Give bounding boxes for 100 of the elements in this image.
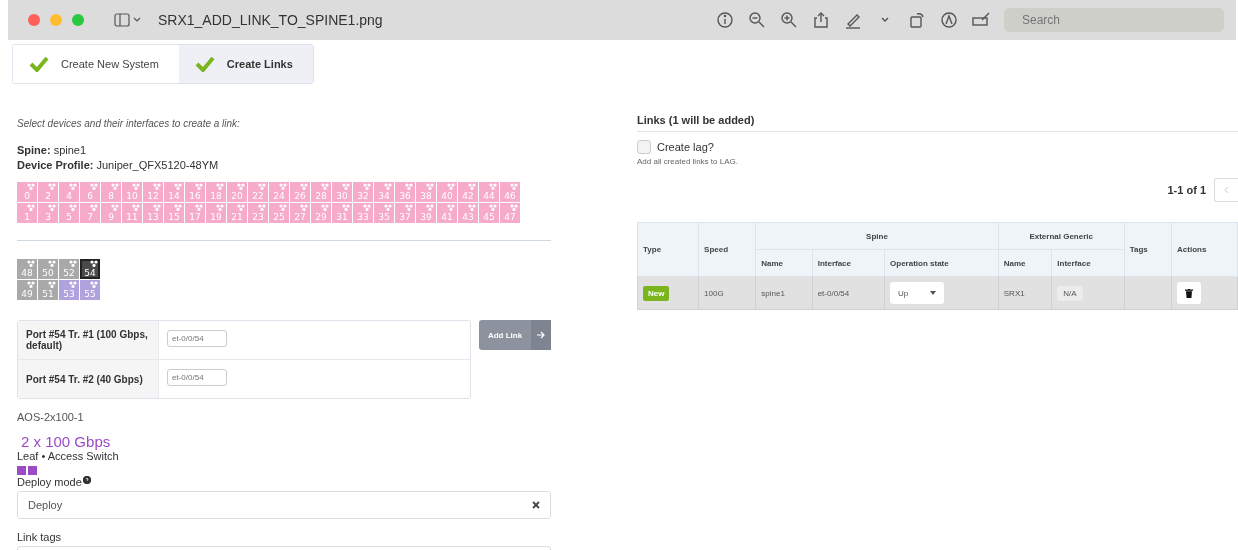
column-header: Interface — [1051, 249, 1125, 277]
port-tile[interactable]: 13 — [143, 203, 163, 223]
port-tile[interactable]: 20 — [227, 182, 247, 202]
transform-label: Port #54 Tr. #1 (100 Gbps, default) — [18, 321, 159, 359]
port-tile[interactable]: 17 — [185, 203, 205, 223]
network-icon — [489, 183, 497, 190]
add-link-button[interactable]: Add Link — [479, 320, 551, 350]
port-tile[interactable]: 27 — [290, 203, 310, 223]
port-tile[interactable]: 24 — [269, 182, 289, 202]
port-tile[interactable]: 37 — [395, 203, 415, 223]
info-icon[interactable] — [716, 11, 734, 29]
network-icon — [90, 183, 98, 190]
port-tile[interactable]: 50 — [38, 259, 58, 279]
close-dot[interactable] — [28, 14, 40, 26]
column-header: Speed — [698, 222, 756, 277]
port-tile[interactable]: 39 — [416, 203, 436, 223]
port-tile[interactable]: 38 — [416, 182, 436, 202]
signature-icon[interactable] — [972, 11, 990, 29]
port-tile[interactable]: 0 — [17, 182, 37, 202]
port-tile[interactable]: 51 — [38, 280, 58, 300]
operation-state-select[interactable]: Up — [890, 282, 945, 304]
network-icon — [426, 204, 434, 211]
port-tile[interactable]: 46 — [500, 182, 520, 202]
interface-field[interactable]: et-0/0/54 — [167, 330, 227, 347]
network-icon — [384, 204, 392, 211]
deploy-mode-select[interactable]: Deploy — [17, 491, 551, 519]
port-tile[interactable]: 47 — [500, 203, 520, 223]
port-tile[interactable]: 33 — [353, 203, 373, 223]
port-tile[interactable]: 15 — [164, 203, 184, 223]
port-tile[interactable]: 1 — [17, 203, 37, 223]
port-tile[interactable]: 28 — [311, 182, 331, 202]
interface-field[interactable]: et-0/0/54 — [167, 369, 227, 386]
search-field[interactable]: Search — [1004, 8, 1224, 32]
rotate-icon[interactable] — [908, 11, 926, 29]
port-tile[interactable]: 8 — [101, 182, 121, 202]
port-tile[interactable]: 55 — [80, 280, 100, 300]
port-tile[interactable]: 35 — [374, 203, 394, 223]
network-icon — [258, 204, 266, 211]
port-tile[interactable]: 19 — [206, 203, 226, 223]
zoom-dot[interactable] — [72, 14, 84, 26]
column-header: Interface — [812, 249, 885, 277]
port-tile[interactable]: 22 — [248, 182, 268, 202]
port-tile[interactable]: 23 — [248, 203, 268, 223]
port-tile[interactable]: 31 — [332, 203, 352, 223]
port-tile[interactable]: 54 — [80, 259, 100, 279]
port-tile[interactable]: 40 — [437, 182, 457, 202]
port-tile[interactable]: 4 — [59, 182, 79, 202]
port-tile[interactable]: 30 — [332, 182, 352, 202]
network-icon — [258, 183, 266, 190]
port-tile[interactable]: 21 — [227, 203, 247, 223]
port-tile[interactable]: 41 — [437, 203, 457, 223]
column-header: Type — [637, 222, 699, 277]
zoom-out-icon[interactable] — [748, 11, 766, 29]
network-icon — [447, 204, 455, 211]
clear-icon[interactable] — [532, 501, 540, 509]
port-tile[interactable]: 44 — [479, 182, 499, 202]
port-tile[interactable]: 3 — [38, 203, 58, 223]
port-tile[interactable]: 7 — [80, 203, 100, 223]
port-tile[interactable]: 2 — [38, 182, 58, 202]
network-icon — [69, 204, 77, 211]
sidebar-icon[interactable] — [114, 13, 142, 27]
instruction-text: Select devices and their interfaces to create a link: — [17, 118, 241, 129]
port-tile[interactable]: 52 — [59, 259, 79, 279]
port-tile[interactable]: 34 — [374, 182, 394, 202]
markup-icon[interactable] — [940, 11, 958, 29]
network-icon — [111, 204, 119, 211]
network-icon — [510, 183, 518, 190]
port-tile[interactable]: 18 — [206, 182, 226, 202]
port-tile[interactable]: 5 — [59, 203, 79, 223]
zoom-in-icon[interactable] — [780, 11, 798, 29]
wizard-step[interactable]: Create Links — [178, 45, 313, 83]
port-tile[interactable]: 10 — [122, 182, 142, 202]
port-tile[interactable]: 11 — [122, 203, 142, 223]
help-icon — [82, 476, 91, 484]
port-tile[interactable]: 48 — [17, 259, 37, 279]
port-tile[interactable]: 32 — [353, 182, 373, 202]
port-tile[interactable]: 42 — [458, 182, 478, 202]
network-icon — [132, 204, 140, 211]
port-tile[interactable]: 16 — [185, 182, 205, 202]
column-header: Actions — [1171, 222, 1238, 277]
port-tile[interactable]: 53 — [59, 280, 79, 300]
port-tile[interactable]: 14 — [164, 182, 184, 202]
minimize-dot[interactable] — [50, 14, 62, 26]
share-icon[interactable] — [812, 11, 830, 29]
port-tile[interactable]: 49 — [17, 280, 37, 300]
role-text: Leaf • Access Switch — [17, 450, 120, 462]
port-tile[interactable]: 9 — [101, 203, 121, 223]
port-tile[interactable]: 12 — [143, 182, 163, 202]
port-tile[interactable]: 26 — [290, 182, 310, 202]
port-tile[interactable]: 36 — [395, 182, 415, 202]
port-tile[interactable]: 25 — [269, 203, 289, 223]
port-tile[interactable]: 45 — [479, 203, 499, 223]
port-tile[interactable]: 43 — [458, 203, 478, 223]
delete-button[interactable] — [1177, 282, 1202, 304]
checkbox[interactable] — [637, 140, 651, 154]
network-icon — [384, 183, 392, 190]
port-tile[interactable]: 29 — [311, 203, 331, 223]
port-tile[interactable]: 6 — [80, 182, 100, 202]
table-cell: 100G — [698, 276, 756, 310]
checkbox-label: Create lag? — [657, 141, 714, 153]
